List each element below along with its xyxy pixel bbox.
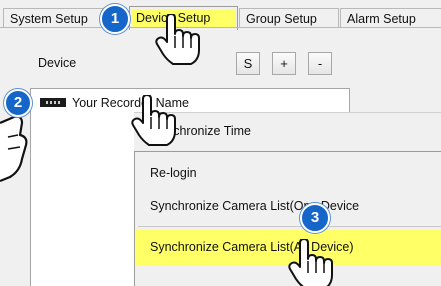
- device-label: Device: [38, 56, 77, 70]
- step-2-badge: 2: [4, 89, 32, 117]
- menu-separator: [138, 226, 441, 227]
- add-device-button[interactable]: +: [272, 52, 296, 75]
- remove-device-button[interactable]: -: [308, 52, 332, 75]
- tab-system-setup[interactable]: System Setup: [3, 8, 103, 28]
- hand-pointer-icon: [155, 14, 200, 65]
- step-3-badge: 3: [300, 203, 330, 233]
- tab-strip: System Setup Device Setup Group Setup Al…: [0, 0, 441, 30]
- tab-group-setup[interactable]: Group Setup: [239, 8, 339, 28]
- s-button[interactable]: S: [236, 52, 260, 75]
- menu-item-relogin[interactable]: Re-login: [150, 166, 197, 180]
- hand-pointer-icon: [288, 239, 333, 286]
- hand-pointer-icon: [0, 115, 28, 183]
- step-1-badge: 1: [100, 4, 130, 34]
- tab-alarm-setup[interactable]: Alarm Setup: [340, 8, 441, 28]
- recorder-icon: [40, 98, 66, 108]
- tab-divider: [0, 27, 441, 28]
- hand-pointer-icon: [131, 95, 176, 146]
